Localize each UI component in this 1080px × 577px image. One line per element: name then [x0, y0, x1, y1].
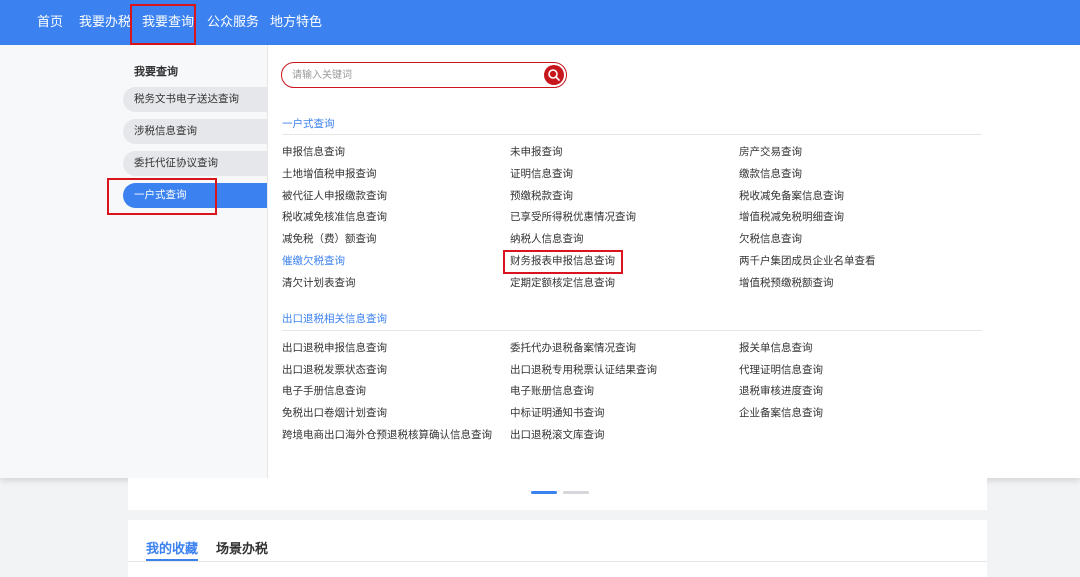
highlight-box-nav: [130, 4, 196, 45]
query-link[interactable]: 出口退税发票状态查询: [282, 363, 387, 377]
search-button[interactable]: [544, 65, 564, 85]
query-link[interactable]: 电子账册信息查询: [510, 384, 594, 398]
query-link[interactable]: 出口退税专用税票认证结果查询: [510, 363, 657, 377]
sidebar-item-entrusted-collection[interactable]: 委托代征协议查询: [123, 151, 267, 176]
query-link[interactable]: 两千户集团成员企业名单查看: [739, 254, 876, 268]
query-link[interactable]: 清欠计划表查询: [282, 276, 356, 290]
highlight-box-financial-statement: [503, 250, 623, 274]
query-link[interactable]: 证明信息查询: [510, 167, 573, 181]
query-link[interactable]: 欠税信息查询: [739, 232, 802, 246]
query-link[interactable]: 增值税预缴税额查询: [739, 276, 834, 290]
query-link[interactable]: 税收减免备案信息查询: [739, 189, 844, 203]
query-link[interactable]: 增值税减免税明细查询: [739, 210, 844, 224]
query-link[interactable]: 预缴税款查询: [510, 189, 573, 203]
section-title-one-stop: 一户式查询: [282, 118, 335, 130]
carousel-dot[interactable]: [563, 491, 589, 494]
tab-my-favorites[interactable]: 我的收藏: [146, 538, 198, 557]
query-link[interactable]: 申报信息查询: [282, 145, 345, 159]
query-link[interactable]: 定期定额核定信息查询: [510, 276, 615, 290]
sidebar-item-tax-document-delivery[interactable]: 税务文书电子送达查询: [123, 87, 267, 112]
query-link[interactable]: 出口退税滚文库查询: [510, 428, 605, 442]
tab-scenario-tax[interactable]: 场景办税: [216, 538, 268, 557]
query-link[interactable]: 报关单信息查询: [739, 341, 813, 355]
query-link[interactable]: 土地增值税申报查询: [282, 167, 377, 181]
query-link[interactable]: 被代征人申报缴款查询: [282, 189, 387, 203]
query-link[interactable]: 代理证明信息查询: [739, 363, 823, 377]
query-link[interactable]: 出口退税申报信息查询: [282, 341, 387, 355]
carousel-dot-active[interactable]: [531, 491, 557, 494]
search-input[interactable]: [292, 67, 532, 83]
search-box: [281, 62, 567, 88]
query-link[interactable]: 纳税人信息查询: [510, 232, 584, 246]
tab-divider: [128, 561, 987, 562]
query-link[interactable]: 企业备案信息查询: [739, 406, 823, 420]
section-title-export-refund: 出口退税相关信息查询: [282, 313, 387, 325]
query-link[interactable]: 税收减免核准信息查询: [282, 210, 387, 224]
query-link[interactable]: 免税出口卷烟计划查询: [282, 406, 387, 420]
query-link[interactable]: 缴款信息查询: [739, 167, 802, 181]
sidebar-item-tax-info[interactable]: 涉税信息查询: [123, 119, 267, 144]
query-link[interactable]: 房产交易查询: [739, 145, 802, 159]
query-link[interactable]: 委托代办退税备案情况查询: [510, 341, 636, 355]
search-icon: [548, 69, 560, 81]
query-link-overdue-tax[interactable]: 催缴欠税查询: [282, 254, 345, 268]
carousel-card: [128, 478, 987, 510]
section-divider: [282, 134, 982, 135]
query-link[interactable]: 未申报查询: [510, 145, 563, 159]
query-link[interactable]: 退税审核进度查询: [739, 384, 823, 398]
query-link[interactable]: 减免税（费）额查询: [282, 232, 377, 246]
nav-public-service[interactable]: 公众服务: [207, 0, 259, 45]
sidebar-title: 我要查询: [134, 65, 178, 78]
highlight-box-sidebar: [107, 178, 217, 215]
query-link[interactable]: 电子手册信息查询: [282, 384, 366, 398]
query-link[interactable]: 已享受所得税优惠情况查询: [510, 210, 636, 224]
nav-home[interactable]: 首页: [37, 0, 63, 45]
sidebar: 我要查询 税务文书电子送达查询 涉税信息查询 委托代征协议查询 一户式查询: [0, 45, 268, 478]
nav-local-features[interactable]: 地方特色: [270, 0, 322, 45]
nav-tax-handling[interactable]: 我要办税: [79, 0, 131, 45]
section-divider: [282, 330, 982, 331]
query-link[interactable]: 跨境电商出口海外仓预退税核算确认信息查询: [282, 428, 492, 442]
query-link[interactable]: 中标证明通知书查询: [510, 406, 605, 420]
